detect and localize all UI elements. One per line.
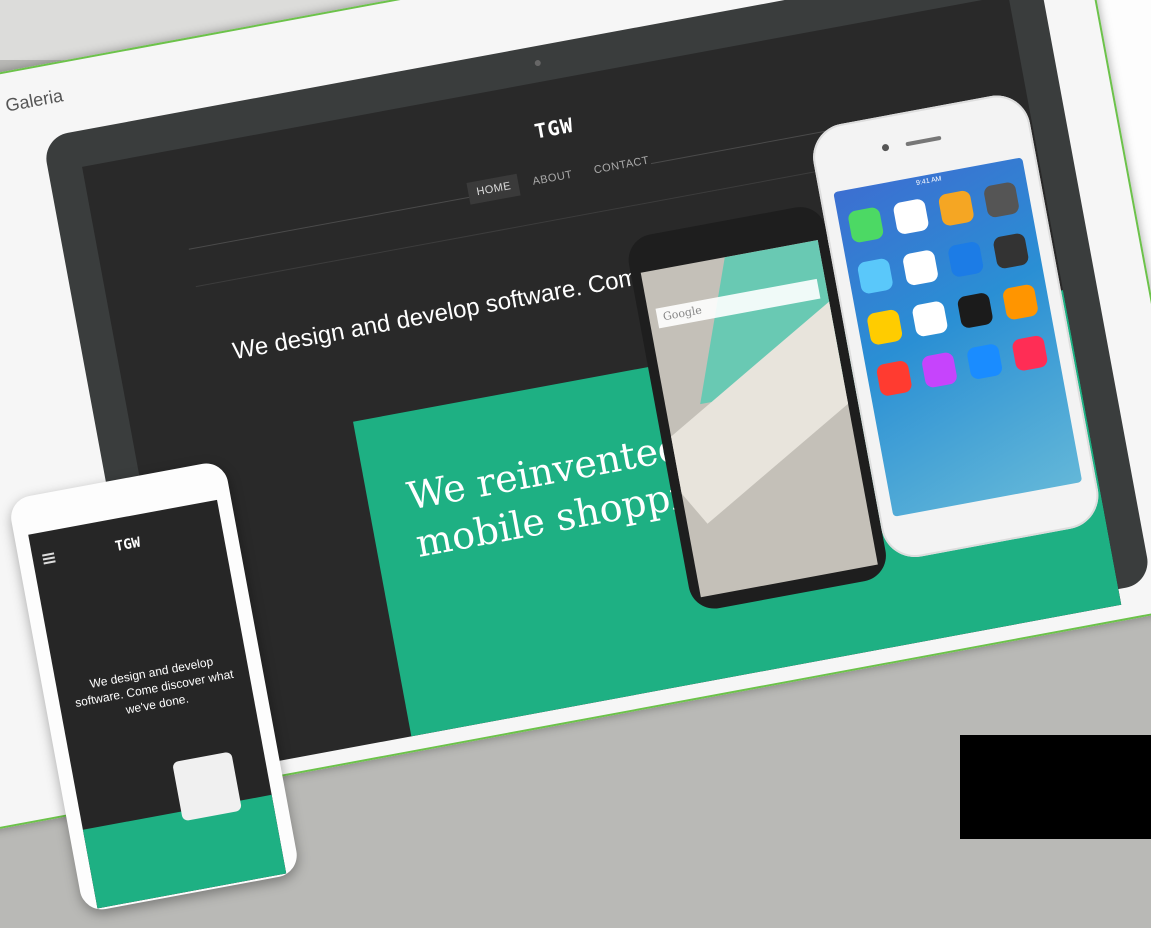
app-icon	[901, 249, 940, 287]
app-icon	[956, 291, 994, 330]
app-icon	[866, 308, 904, 346]
nav-contact[interactable]: CONTACT	[584, 148, 659, 183]
mobile-tagline: We design and develop software. Come dis…	[74, 654, 235, 717]
app-icon	[1011, 334, 1049, 372]
app-icon	[966, 342, 1004, 381]
iphone-home-screen: 9:41 AM	[833, 157, 1083, 517]
app-icon	[1001, 283, 1040, 321]
app-grid	[847, 181, 1050, 398]
nav-about[interactable]: ABOUT	[523, 162, 582, 194]
app-icon	[992, 232, 1030, 270]
app-icon	[947, 240, 985, 278]
app-icon	[892, 197, 930, 236]
app-icon	[847, 206, 885, 244]
mini-device	[172, 751, 243, 822]
webcam-icon	[534, 59, 542, 67]
gallery-card[interactable]: Galeria TGW HOME ABOUT CONTACT We design…	[0, 0, 1151, 913]
app-icon	[982, 181, 1021, 219]
camera-icon	[881, 143, 890, 152]
app-icon	[920, 351, 959, 389]
app-icon	[875, 359, 913, 398]
app-icon	[911, 300, 949, 338]
background-dark-area	[960, 735, 1151, 839]
app-icon	[856, 257, 894, 295]
app-icon	[937, 189, 975, 227]
speaker-icon	[905, 135, 942, 147]
nav-home[interactable]: HOME	[466, 173, 521, 205]
card-title: Galeria	[3, 85, 65, 116]
mobile-logo: TGW	[113, 534, 142, 556]
